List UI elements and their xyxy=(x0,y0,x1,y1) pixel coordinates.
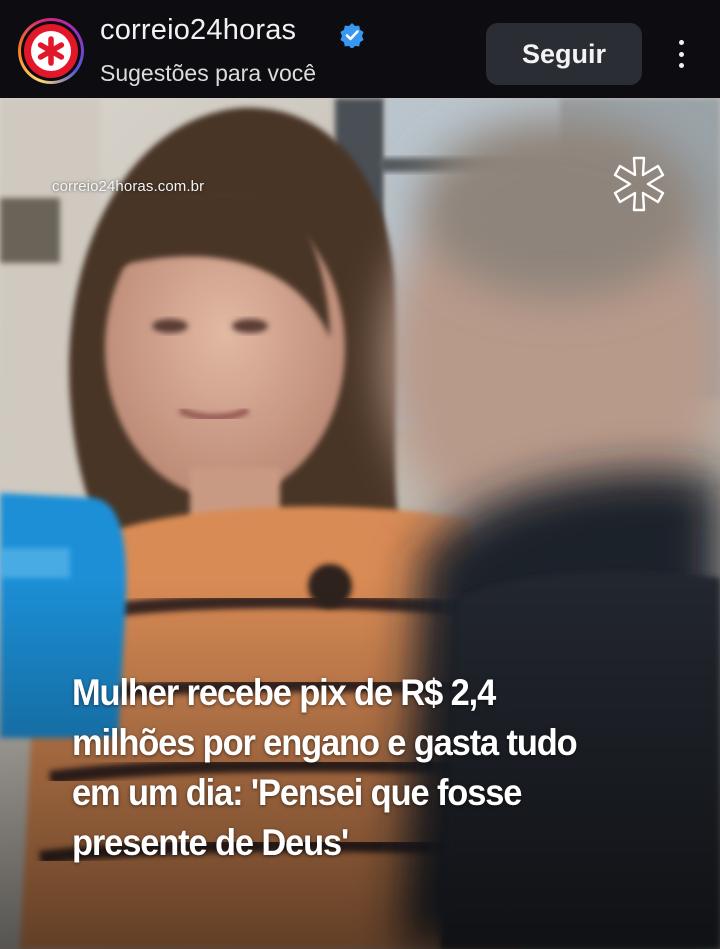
verified-badge-icon xyxy=(340,23,364,48)
more-options-icon[interactable] xyxy=(664,34,698,74)
account-name[interactable]: correio24horas xyxy=(100,14,296,47)
headline-line: em um dia: 'Pensei que fosse xyxy=(72,772,522,813)
profile-avatar[interactable] xyxy=(18,18,84,84)
headline-line: milhões por engano e gasta tudo xyxy=(72,722,578,763)
brand-logo-icon xyxy=(24,24,78,78)
post-header: correio24horas Sugestões para você Segui… xyxy=(0,0,720,98)
suggestion-label: Sugestões para você xyxy=(100,60,317,86)
news-headline: Mulher recebe pix de R$ 2,4 milhões por … xyxy=(72,668,630,868)
post-image[interactable]: correio24horas.com.br Mulher recebe pix … xyxy=(0,98,720,949)
headline-line: presente de Deus' xyxy=(72,822,349,863)
asterisk-logo-icon xyxy=(613,156,665,212)
follow-button[interactable]: Seguir xyxy=(486,23,642,85)
headline-line: Mulher recebe pix de R$ 2,4 xyxy=(72,672,496,713)
site-watermark: correio24horas.com.br xyxy=(52,178,205,195)
